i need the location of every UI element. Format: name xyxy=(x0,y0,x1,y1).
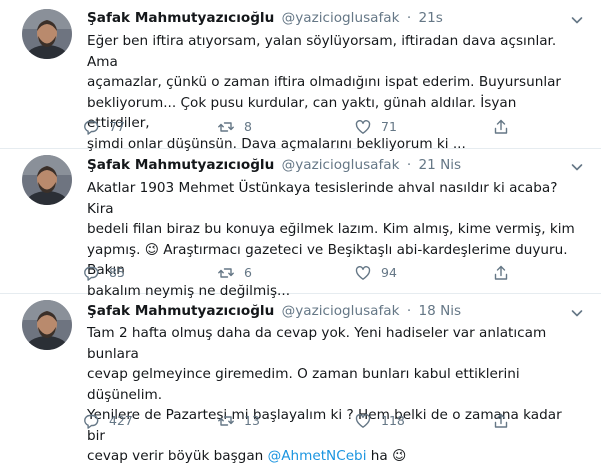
reply-icon xyxy=(84,414,99,429)
retweet-icon xyxy=(218,268,234,278)
heart-icon xyxy=(355,266,371,280)
retweet-icon xyxy=(218,416,234,426)
tweet[interactable]: Şafak Mahmutyazıcıoğlu @yazicioglusafak … xyxy=(0,294,601,464)
chevron-down-icon[interactable] xyxy=(569,12,585,28)
retweet-icon xyxy=(218,122,234,132)
reply-button[interactable]: 85 xyxy=(82,263,125,283)
separator-dot: · xyxy=(406,303,412,319)
like-count: 94 xyxy=(381,265,397,280)
tweet-actions: 77 8 71 xyxy=(82,117,522,137)
retweet-count: 8 xyxy=(244,119,252,134)
reply-button[interactable]: 77 xyxy=(82,117,125,137)
reply-count: 85 xyxy=(109,265,125,280)
wink-emoji: 😉 xyxy=(144,241,159,258)
avatar[interactable] xyxy=(22,300,72,350)
chevron-down-icon[interactable] xyxy=(569,159,585,175)
retweet-button[interactable]: 8 xyxy=(217,117,252,137)
share-icon xyxy=(494,265,508,280)
retweet-button[interactable]: 13 xyxy=(217,411,260,431)
retweet-count: 13 xyxy=(244,413,260,428)
tweet-time[interactable]: 21 Nis xyxy=(418,157,461,173)
tweet[interactable]: Şafak Mahmutyazıcıoğlu @yazicioglusafak … xyxy=(0,0,601,152)
retweet-button[interactable]: 6 xyxy=(217,263,252,283)
retweet-count: 6 xyxy=(244,265,252,280)
chevron-down-icon[interactable] xyxy=(569,305,585,321)
share-icon xyxy=(494,119,508,134)
mention-link[interactable]: @AhmetNCebi xyxy=(268,448,367,464)
author-name[interactable]: Şafak Mahmutyazıcıoğlu xyxy=(87,303,274,319)
tweet-text-part: Tam 2 hafta olmuş daha da cevap yok. Yen… xyxy=(87,325,562,464)
share-button[interactable] xyxy=(492,117,519,137)
author-handle[interactable]: @yazicioglusafak xyxy=(282,303,400,319)
like-button[interactable]: 94 xyxy=(354,263,397,283)
share-icon xyxy=(494,413,508,428)
tweet-text: Tam 2 hafta olmuş daha da cevap yok. Yen… xyxy=(87,323,583,467)
separator-dot: · xyxy=(406,157,412,173)
like-count: 118 xyxy=(381,413,405,428)
reply-icon xyxy=(84,266,99,281)
tweet-actions: 85 6 94 xyxy=(82,263,522,283)
like-button[interactable]: 118 xyxy=(354,411,405,431)
avatar[interactable] xyxy=(22,9,72,59)
heart-icon xyxy=(355,414,371,428)
share-button[interactable] xyxy=(492,411,519,431)
reply-button[interactable]: 427 xyxy=(82,411,133,431)
heart-icon xyxy=(355,120,371,134)
reply-icon xyxy=(84,120,99,135)
tweet-time[interactable]: 21s xyxy=(418,10,442,26)
separator-dot: · xyxy=(406,10,412,26)
tweet-actions: 427 13 118 xyxy=(82,411,522,431)
wink-emoji: 😉 xyxy=(392,448,407,464)
author-name[interactable]: Şafak Mahmutyazıcıoğlu xyxy=(87,10,274,26)
reply-count: 77 xyxy=(109,119,125,134)
reply-count: 427 xyxy=(109,413,133,428)
author-handle[interactable]: @yazicioglusafak xyxy=(282,157,400,173)
share-button[interactable] xyxy=(492,263,519,283)
tweet[interactable]: Şafak Mahmutyazıcıoğlu @yazicioglusafak … xyxy=(0,149,601,299)
like-count: 71 xyxy=(381,119,397,134)
avatar[interactable] xyxy=(22,155,72,205)
author-handle[interactable]: @yazicioglusafak xyxy=(282,10,400,26)
tweet-text-part: ha xyxy=(366,448,393,464)
author-name[interactable]: Şafak Mahmutyazıcıoğlu xyxy=(87,157,274,173)
tweet-time[interactable]: 18 Nis xyxy=(418,303,461,319)
like-button[interactable]: 71 xyxy=(354,117,397,137)
